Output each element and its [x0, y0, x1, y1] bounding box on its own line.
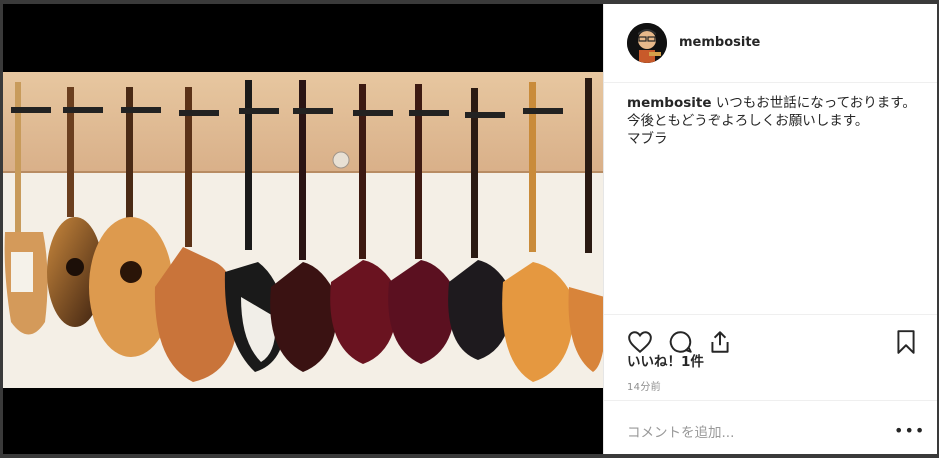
avatar-illustration-icon	[627, 23, 667, 63]
likes-count[interactable]: いいね！1件	[627, 350, 704, 370]
bookmark-icon[interactable]	[893, 329, 919, 355]
header-username-link[interactable]: membosite	[679, 35, 760, 50]
share-upload-icon[interactable]	[707, 329, 733, 355]
post-caption: membosite いつもお世話になっております。 今後ともどうぞよろしくお願い…	[627, 94, 927, 148]
post-image-pane[interactable]	[3, 4, 603, 454]
avatar[interactable]	[627, 23, 667, 63]
post-photo-guitars[interactable]	[3, 72, 603, 388]
caption-username-link[interactable]: membosite	[627, 95, 712, 111]
post-header: membosite	[604, 4, 937, 83]
instagram-post-modal: membosite membosite いつもお世話になっております。 今後とも…	[0, 0, 939, 458]
post-timestamp[interactable]: 14分前	[627, 378, 661, 393]
caption-text-line-1: いつもお世話になっております。	[715, 95, 916, 111]
post-sidebar: membosite membosite いつもお世話になっております。 今後とも…	[603, 4, 937, 454]
action-bar	[604, 314, 937, 355]
caption-text-line-2: 今後ともどうぞよろしくお願いします。	[627, 113, 869, 129]
caption-text-line-3: マブラ	[627, 131, 668, 147]
comment-input[interactable]: コメントを追加...	[627, 421, 734, 441]
comment-bar: コメントを追加... •••	[604, 400, 937, 455]
guitar-wall-illustration	[3, 72, 603, 388]
more-options-icon[interactable]: •••	[894, 421, 925, 440]
